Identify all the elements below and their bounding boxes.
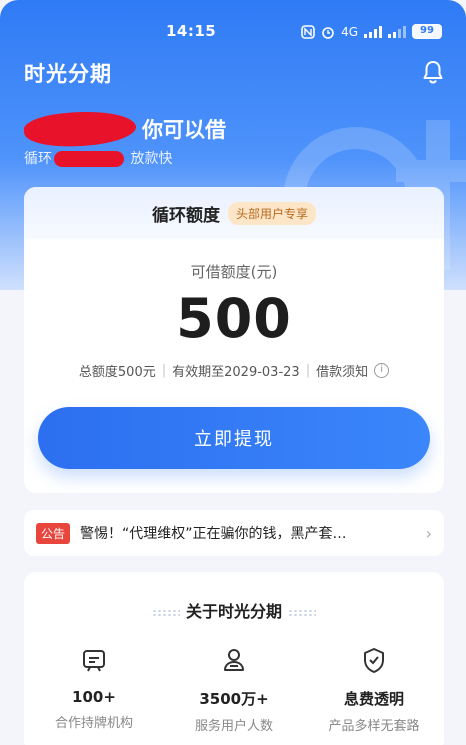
feature-value: 100+ xyxy=(72,688,116,706)
about-section: 关于时光分期 100+ 合作持牌机构 3500万+ 服务用户人数 息费透明 产品… xyxy=(24,572,444,745)
limit-label: 可借额度(元) xyxy=(190,263,278,281)
info-icon[interactable]: i xyxy=(374,363,390,378)
redacted-mark xyxy=(54,151,124,167)
feature-transparent: 息费透明 产品多样无套路 xyxy=(304,646,444,734)
decorative-dots xyxy=(288,608,316,617)
users-icon xyxy=(224,649,244,671)
subline-start: 循环 xyxy=(24,151,52,167)
decorative-dots xyxy=(151,608,180,617)
network-type: 4G xyxy=(341,24,358,39)
status-bar: 14:15 4G 99 xyxy=(0,18,466,46)
feature-value: 3500万+ xyxy=(199,690,269,708)
limit-info-row: 总额度500元 | 有效期至2029-03-23 | 借款须知 i xyxy=(24,361,444,380)
status-time: 14:15 xyxy=(166,22,217,40)
feature-value: 息费透明 xyxy=(343,690,404,708)
institution-icon xyxy=(83,650,105,672)
loan-notice-link[interactable]: 借款须知 xyxy=(316,361,368,380)
total-limit: 总额度500元 xyxy=(78,365,156,380)
withdraw-button[interactable]: 立即提现 xyxy=(38,407,430,469)
credit-card-title: 循环额度 xyxy=(151,205,220,226)
credit-card-header: 循环额度 头部用户专享 xyxy=(24,187,444,239)
credit-card: 循环额度 头部用户专享 可借额度(元) 500 总额度500元 | 有效期至20… xyxy=(24,187,444,493)
separator: | xyxy=(305,363,311,378)
status-icons: 4G 99 xyxy=(301,24,442,39)
validity-date: 有效期至2029-03-23 xyxy=(172,365,300,380)
notice-bar[interactable]: 公告 警惕！“代理维权”正在骗你的钱，黑产套… › xyxy=(24,510,444,556)
available-amount: 500 xyxy=(176,287,292,350)
signal-icon xyxy=(364,25,382,38)
nfc-icon xyxy=(301,24,315,39)
battery-indicator: 99 xyxy=(412,24,442,39)
hero-subline: 循环 放款快 xyxy=(24,148,172,168)
shield-check-icon xyxy=(364,648,384,673)
chevron-right-icon: › xyxy=(425,523,432,543)
redacted-username xyxy=(22,108,138,150)
feature-users: 3500万+ 服务用户人数 xyxy=(164,646,304,734)
about-title: 关于时光分期 xyxy=(24,598,444,622)
greeting: 你可以借 xyxy=(22,108,226,150)
feature-institutions: 100+ 合作持牌机构 xyxy=(24,646,164,731)
app-title: 时光分期 xyxy=(24,62,112,86)
signal-2-icon xyxy=(388,25,406,38)
alarm-icon xyxy=(322,26,334,39)
notice-tag: 公告 xyxy=(36,522,71,544)
bell-icon[interactable] xyxy=(422,60,444,84)
separator: | xyxy=(161,363,167,378)
vip-badge: 头部用户专享 xyxy=(227,201,316,225)
notice-text: 警惕！“代理维权”正在骗你的钱，黑产套… xyxy=(80,526,347,542)
feature-label: 服务用户人数 xyxy=(194,719,273,734)
feature-label: 合作持牌机构 xyxy=(54,716,133,731)
about-title-text: 关于时光分期 xyxy=(185,602,282,621)
subline-end: 放款快 xyxy=(130,151,173,167)
greeting-text: 你可以借 xyxy=(142,118,226,142)
feature-label: 产品多样无套路 xyxy=(328,719,420,734)
